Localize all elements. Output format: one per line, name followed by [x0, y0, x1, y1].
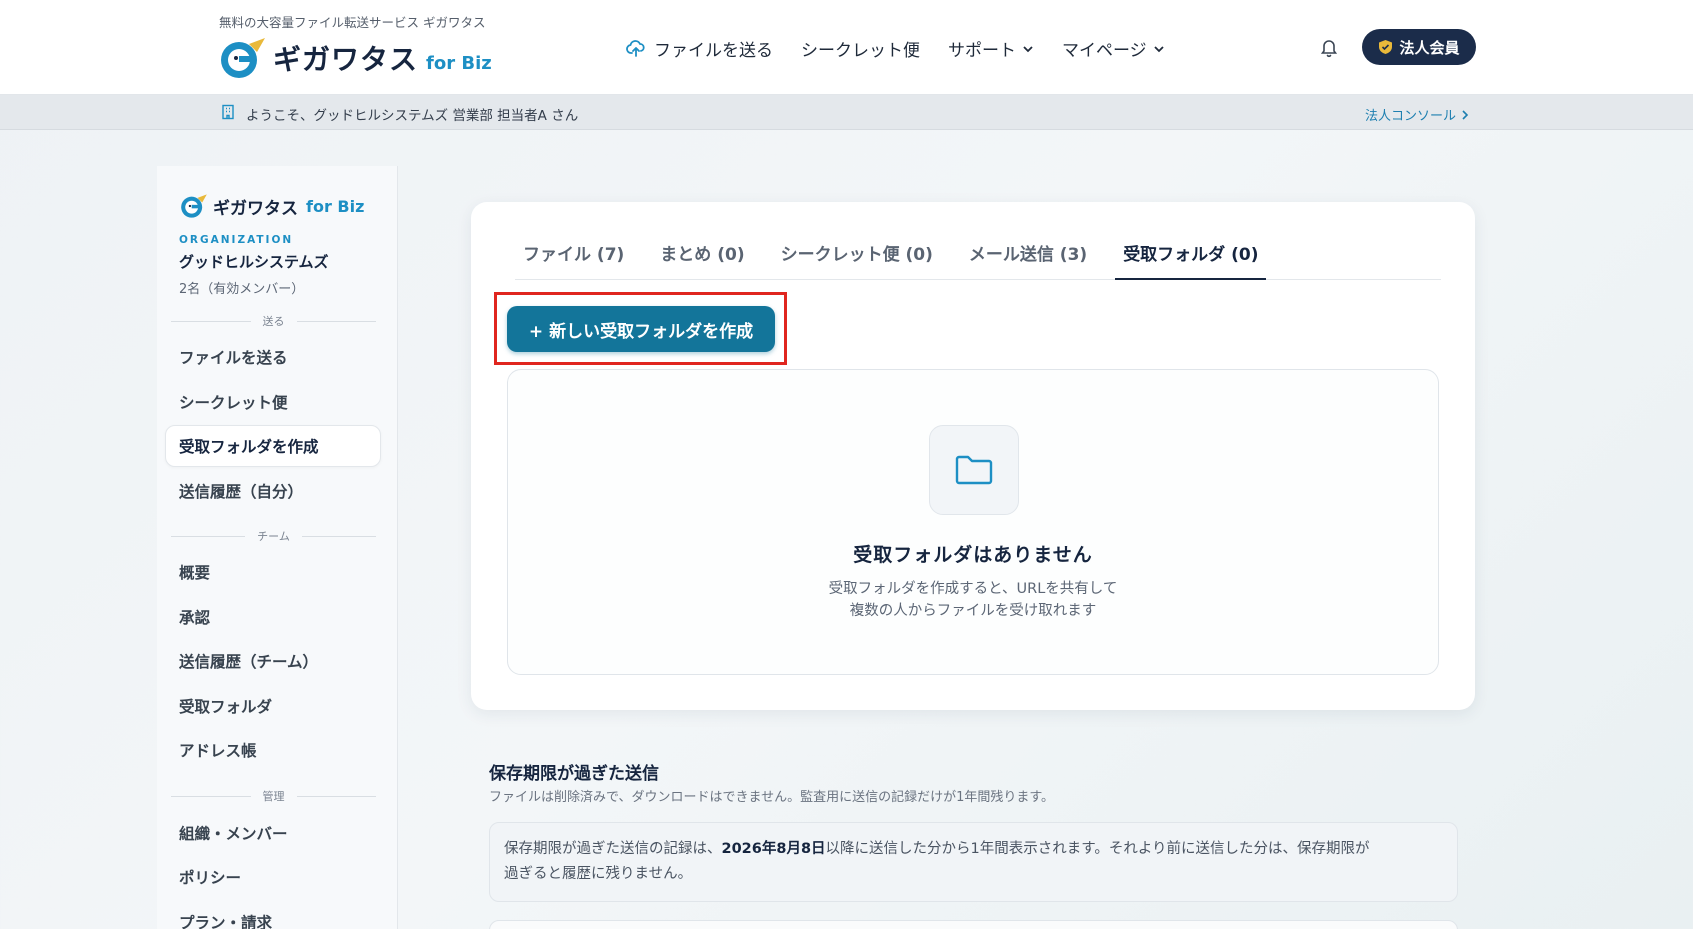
corporate-member-button[interactable]: 法人会員: [1362, 29, 1476, 65]
chevron-down-icon: [1154, 45, 1164, 52]
tab-files[interactable]: ファイル (7): [515, 232, 632, 280]
org-members: 2名（有効メンバー）: [179, 282, 305, 297]
logo-text: ギガワタス: [273, 43, 419, 76]
notice-text: 以降に送信した分から1年間表示されます。それより前に送信した分は、保存期限が: [825, 841, 1370, 857]
empty-state-description: 複数の人からファイルを受け取れます: [849, 603, 1097, 619]
building-icon: [222, 104, 234, 120]
sidebar-item-send-files[interactable]: ファイルを送る: [179, 346, 288, 368]
empty-state-title: 受取フォルダはありません: [853, 544, 1093, 566]
tab-inbox-folders[interactable]: 受取フォルダ (0): [1115, 232, 1267, 280]
logo-biz: for Biz: [426, 52, 492, 74]
main-nav: ファイルを送る シークレット便 サポート マイページ: [626, 36, 1193, 61]
sidebar-item-secret[interactable]: シークレット便: [179, 391, 288, 413]
nav-secret[interactable]: シークレット便: [801, 36, 920, 61]
create-inbox-folder-button[interactable]: + 新しい受取フォルダを作成: [507, 306, 775, 352]
sidebar-item-policy[interactable]: ポリシー: [179, 866, 241, 888]
empty-state: 受取フォルダはありません 受取フォルダを作成すると、URLを共有して 複数の人か…: [507, 369, 1439, 675]
nav-send-files[interactable]: ファイルを送る: [626, 36, 773, 61]
sidebar-item-overview[interactable]: 概要: [179, 561, 210, 583]
sidebar-item-history-team[interactable]: 送信履歴（チーム）: [179, 650, 318, 672]
empty-state-description: 受取フォルダを作成すると、URLを共有して: [828, 581, 1118, 597]
nav-support-label: サポート: [948, 41, 1016, 61]
notice-text: 保存期限が過ぎた送信の記録は、: [504, 841, 722, 857]
sidebar-item-org-members[interactable]: 組織・メンバー: [179, 822, 288, 844]
expired-list-container: [489, 920, 1458, 929]
cloud-upload-icon: [626, 39, 645, 57]
nav-mypage[interactable]: マイページ: [1062, 36, 1165, 61]
top-header: 無料の大容量ファイル転送サービス ギガワタス ギガワタス for Biz ファイ…: [0, 0, 1693, 95]
sidebar-logo-biz: for Biz: [306, 196, 365, 216]
expired-section-title: 保存期限が過ぎた送信: [489, 764, 659, 784]
sidebar-section-admin: 管理: [171, 789, 376, 803]
sidebar-item-approval[interactable]: 承認: [179, 606, 210, 628]
chevron-right-icon: [1462, 109, 1469, 120]
nav-secret-label: シークレット便: [801, 41, 920, 61]
sidebar-item-address-book[interactable]: アドレス帳: [179, 739, 257, 761]
tab-email[interactable]: メール送信 (3): [961, 232, 1095, 280]
org-name: グッドヒルシステムズ: [179, 253, 329, 271]
sidebar-section-send: 送る: [171, 314, 376, 328]
sidebar-logo[interactable]: ギガワタス for Biz: [179, 192, 364, 220]
logo-mark-icon: [219, 34, 267, 82]
corporate-console-link[interactable]: 法人コンソール: [1365, 105, 1469, 124]
logo-mark-icon: [181, 194, 207, 218]
inbox-folder-card: ファイル (7) まとめ (0) シークレット便 (0) メール送信 (3) 受…: [471, 202, 1475, 710]
chevron-down-icon: [1023, 45, 1033, 52]
expired-notice: 保存期限が過ぎた送信の記録は、2026年8月8日以降に送信した分から1年間表示さ…: [489, 822, 1458, 902]
expired-section-subtitle: ファイルは削除済みで、ダウンロードはできません。監査用に送信の記録だけが1年間残…: [489, 790, 1055, 805]
nav-mypage-label: マイページ: [1062, 41, 1147, 61]
tab-secret[interactable]: シークレット便 (0): [773, 232, 941, 280]
sidebar-item-create-folder[interactable]: 受取フォルダを作成: [165, 425, 381, 467]
sidebar-item-history-self[interactable]: 送信履歴（自分）: [179, 480, 303, 502]
shield-check-icon: [1379, 40, 1393, 54]
notice-text: 過ぎると履歴に残りません。: [504, 866, 693, 882]
welcome-bar: ようこそ、グッドヒルシステムズ 営業部 担当者A さん 法人コンソール: [0, 95, 1693, 130]
nav-support[interactable]: サポート: [948, 36, 1034, 61]
sidebar-logo-text: ギガワタス: [213, 198, 298, 219]
site-tagline: 無料の大容量ファイル転送サービス ギガワタス: [219, 15, 486, 30]
site-logo[interactable]: ギガワタス for Biz: [219, 34, 492, 82]
sidebar-item-plan-billing[interactable]: プラン・請求: [179, 911, 272, 929]
sidebar-section-team: チーム: [171, 529, 376, 543]
sidebar: ギガワタス for Biz ORGANIZATION グッドヒルシステムズ 2名…: [157, 166, 398, 929]
org-label: ORGANIZATION: [179, 234, 294, 246]
corporate-member-label: 法人会員: [1399, 38, 1460, 57]
bell-icon[interactable]: [1318, 36, 1340, 58]
nav-send-label: ファイルを送る: [654, 41, 773, 61]
console-link-label: 法人コンソール: [1365, 109, 1457, 124]
tab-bar: ファイル (7) まとめ (0) シークレット便 (0) メール送信 (3) 受…: [515, 232, 1441, 280]
notice-date: 2026年8月8日: [721, 841, 826, 857]
sidebar-item-inbox-folders[interactable]: 受取フォルダ: [179, 695, 272, 717]
welcome-message: ようこそ、グッドヒルシステムズ 営業部 担当者A さん: [246, 108, 579, 124]
tab-bundles[interactable]: まとめ (0): [652, 232, 752, 280]
folder-icon: [929, 425, 1019, 515]
